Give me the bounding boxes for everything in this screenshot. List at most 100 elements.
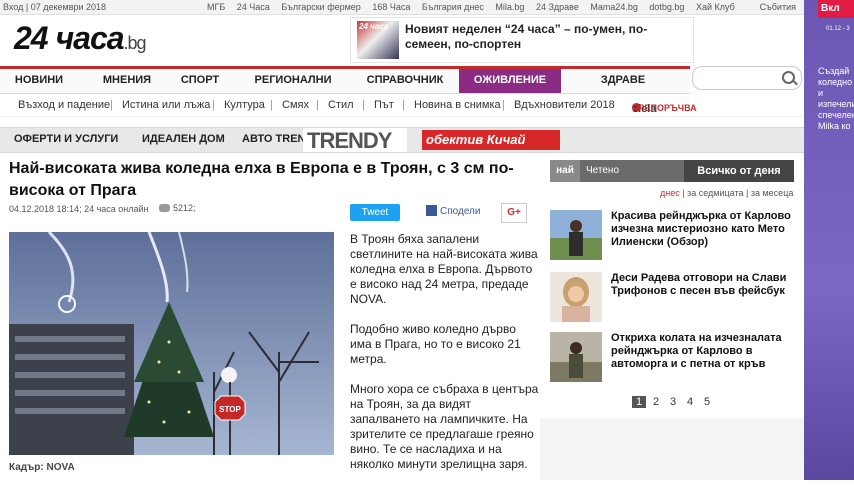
news-thumbnail — [550, 210, 602, 260]
article-paragraph: Подобно живо коледно дърво има в Прага, … — [350, 322, 521, 366]
ad-button[interactable]: Вкл — [818, 0, 854, 18]
period-week[interactable]: за седмицата — [687, 188, 743, 198]
nav-item-revival[interactable]: ОЖИВЛЕНИЕ — [459, 69, 561, 93]
site-link[interactable]: МГБ — [207, 2, 225, 12]
separator: | — [362, 99, 365, 111]
article-title: Най-високата жива коледна елха в Европа … — [9, 160, 514, 199]
partner-sites: МГБ 24 Часа Български фермер 168 Часа Бъ… — [207, 2, 744, 12]
search-input[interactable] — [692, 66, 802, 90]
photo-caption: Кадър: NOVA — [9, 462, 75, 473]
facebook-icon — [426, 205, 437, 216]
separator: | — [212, 99, 215, 111]
list-item[interactable]: Деси Радева отговори на Слави Трифонов с… — [550, 272, 794, 326]
secnav-home[interactable]: ИДЕАЛЕН ДОМ — [142, 133, 225, 145]
site-link[interactable]: Хай Клуб — [696, 2, 735, 12]
ad-copy: Създай коледно и изпечели спечелени Milk… — [818, 66, 854, 131]
pagination: 12345 — [632, 396, 717, 408]
period-month[interactable]: за месеца — [751, 188, 794, 198]
nav-item-news[interactable]: НОВИНИ — [0, 69, 78, 93]
site-link[interactable]: България днес — [422, 2, 484, 12]
page-4[interactable]: 4 — [683, 396, 697, 408]
news-title: Деси Радева отговори на Слави Трифонов с… — [611, 272, 787, 297]
page-3[interactable]: 3 — [666, 396, 680, 408]
page-5[interactable]: 5 — [700, 396, 714, 408]
nav-item-health[interactable]: ЗДРАВЕ — [586, 69, 660, 93]
site-link[interactable]: 24 Здраве — [536, 2, 579, 12]
secnav-offers[interactable]: ОФЕРТИ И УСЛУГИ — [14, 133, 118, 145]
tab-read[interactable]: Четено — [586, 160, 619, 182]
separator: | — [502, 99, 505, 111]
top-strip: Вход | 07 декември 2018 МГБ 24 Часа Бълг… — [0, 0, 804, 15]
separator: | — [270, 99, 273, 111]
subnav-item[interactable]: Вдъхновители 2018 — [514, 99, 615, 111]
promo-banner[interactable]: 24 часа Новият неделен “24 часа” – по-ум… — [350, 17, 694, 63]
news-title: Красива рейнджърка от Карлово изчезна ми… — [611, 210, 791, 248]
facebook-share-button[interactable]: Сподели — [426, 205, 480, 217]
main-nav: НОВИНИ МНЕНИЯ СПОРТ РЕГИОНАЛНИ СПРАВОЧНИ… — [0, 66, 690, 94]
subnav-item[interactable]: Път — [374, 99, 394, 111]
site-link[interactable]: 24 Часа — [237, 2, 270, 12]
nav-item-opinions[interactable]: МНЕНИЯ — [78, 69, 176, 93]
tweet-button[interactable]: Tweet — [350, 204, 400, 221]
google-plus-button[interactable]: G+ — [501, 203, 527, 223]
subnav-item[interactable]: Стил — [328, 99, 354, 111]
subnav-item[interactable]: Смях — [282, 99, 309, 111]
comment-count-value: 5212; — [173, 203, 196, 213]
article-meta: 04.12.2018 18:14; 24 часа онлайн — [9, 204, 149, 214]
secondary-nav: ОФЕРТИ И УСЛУГИ ИДЕАЛЕН ДОМ АВТО TREND T… — [0, 127, 804, 153]
share-label: Сподели — [440, 206, 481, 217]
logo-suffix: .bg — [123, 33, 147, 53]
period-selector: днес | за седмицата | за месеца — [660, 188, 793, 198]
logo-main: 24 часа — [14, 20, 125, 56]
ad-date: 01.12 - 3 — [826, 26, 850, 32]
tab-all-day[interactable]: Всичко от деня — [684, 160, 794, 182]
site-link[interactable]: Mila.bg — [495, 2, 524, 12]
nav-item-sport[interactable]: СПОРТ — [176, 69, 224, 93]
page-1[interactable]: 1 — [632, 396, 646, 408]
nav-item-guide[interactable]: СПРАВОЧНИК — [354, 69, 456, 93]
sidebar-tabs: най Четено Всичко от деня — [550, 160, 794, 182]
stop-sign-text: STOP — [219, 405, 241, 414]
site-link[interactable]: 168 Часа — [372, 2, 410, 12]
obektiv-logo[interactable]: обектив Кичай — [422, 130, 560, 150]
trendy-logo[interactable]: TRENDY — [303, 128, 407, 153]
site-logo[interactable]: 24 часа.bg — [14, 20, 147, 57]
site-link[interactable]: Български фермер — [281, 2, 360, 12]
news-thumbnail — [550, 272, 602, 322]
christmas-tree-photo: STOP — [9, 232, 334, 455]
search-icon[interactable] — [782, 71, 795, 84]
nav-item-regional[interactable]: РЕГИОНАЛНИ — [236, 69, 350, 93]
comment-icon — [159, 204, 170, 212]
sidebar-footer — [540, 418, 804, 480]
side-advertisement[interactable]: Вкл 01.12 - 3 Създай коледно и изпечели … — [804, 0, 854, 480]
promo-text: Новият неделен “24 часа” – по-умен, по-с… — [405, 22, 648, 51]
subnav-item[interactable]: Култура — [224, 99, 265, 111]
list-item[interactable]: Откриха колата на изчезналата рейнджърка… — [550, 332, 794, 386]
subnav-item[interactable]: Възход и падение — [18, 99, 110, 111]
article-paragraph: Много хора се събраха в центъра на Троян… — [350, 382, 539, 471]
separator: | — [316, 99, 319, 111]
news-thumbnail — [550, 332, 602, 382]
comment-count[interactable]: 5212; — [159, 203, 196, 213]
subnav-item[interactable]: Истина или лъжа — [122, 99, 210, 111]
site-link[interactable]: Mama24.bg — [590, 2, 638, 12]
separator: | — [402, 99, 405, 111]
separator: | — [110, 99, 113, 111]
page-2[interactable]: 2 — [649, 396, 663, 408]
period-today[interactable]: днес — [660, 188, 680, 198]
ciela-tag: ПРЕПОРЪЧВА — [632, 103, 697, 113]
article-photo: STOP — [9, 232, 334, 455]
trendy-text: TRENDY — [307, 128, 392, 153]
list-item[interactable]: Красива рейнджърка от Карлово изчезна ми… — [550, 210, 794, 264]
article-paragraph: В Троян бяха запалени светлините на най-… — [350, 232, 538, 306]
sub-nav: Възход и падение | Истина или лъжа | Кул… — [0, 94, 804, 117]
tab-most[interactable]: най — [550, 160, 580, 182]
promo-thumbnail: 24 часа — [357, 21, 399, 59]
login-date[interactable]: Вход | 07 декември 2018 — [3, 2, 106, 12]
promo-thumb-text: 24 часа — [359, 22, 389, 31]
subnav-item[interactable]: Новина в снимка — [414, 99, 501, 111]
site-link[interactable]: dotbg.bg — [649, 2, 684, 12]
events-link[interactable]: Събития — [760, 2, 796, 12]
article-body: В Троян бяха запалени светлините на най-… — [350, 232, 540, 487]
news-title: Откриха колата на изчезналата рейнджърка… — [611, 332, 782, 370]
